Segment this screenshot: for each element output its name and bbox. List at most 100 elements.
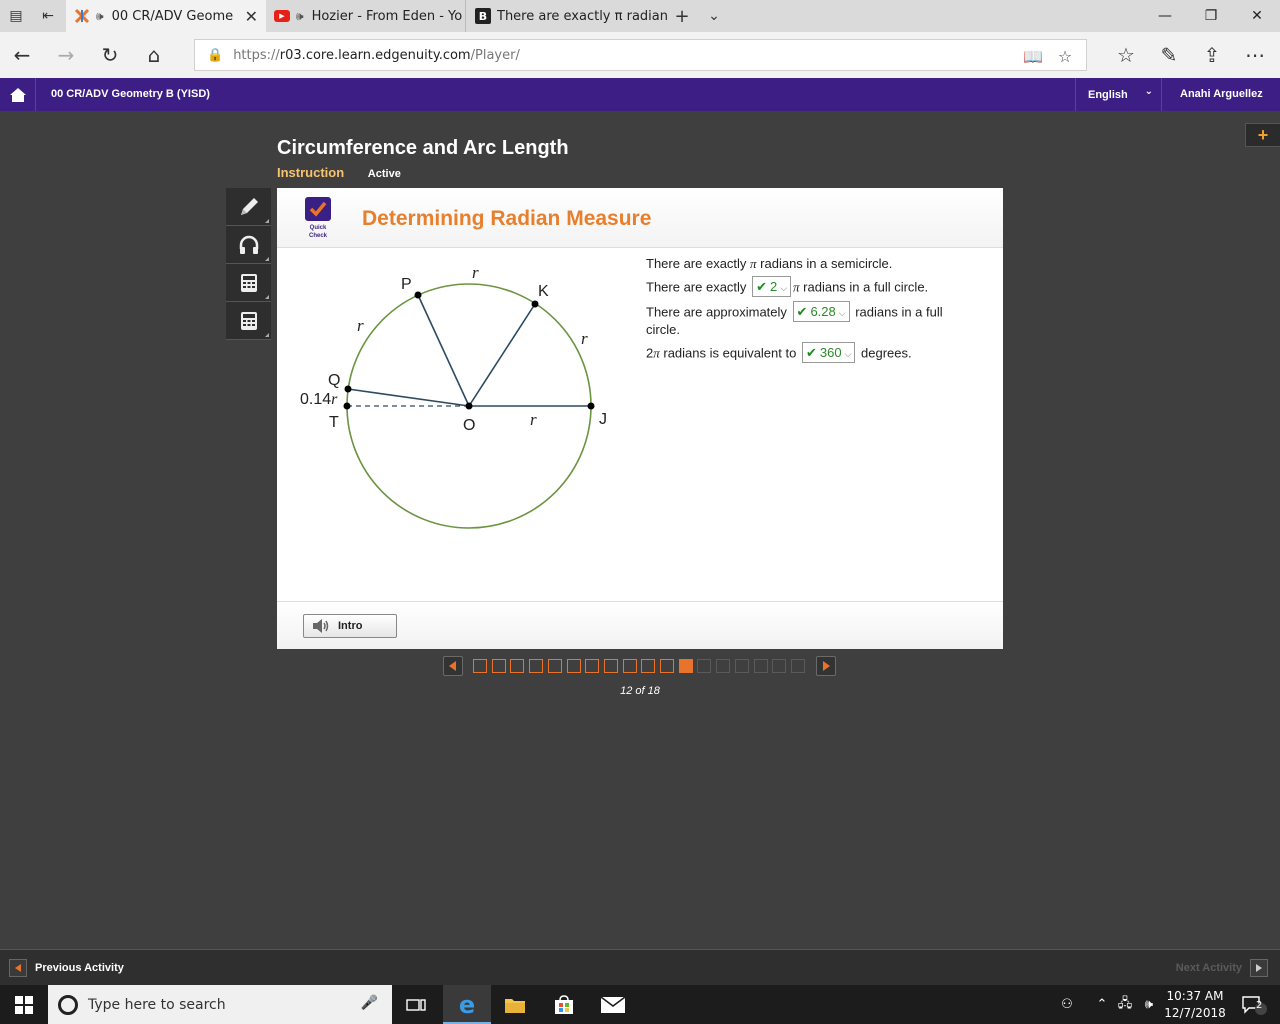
page-indicator[interactable] xyxy=(603,659,618,673)
refresh-button[interactable]: ↻ xyxy=(92,38,128,72)
home-button[interactable]: ⌂ xyxy=(136,38,172,72)
page-indicator[interactable] xyxy=(510,659,525,673)
page-indicator[interactable] xyxy=(772,659,787,673)
quick-check-icon xyxy=(305,197,331,221)
forward-button[interactable]: → xyxy=(48,38,84,72)
label-t: T xyxy=(329,414,339,431)
restore-button[interactable]: ❐ xyxy=(1188,0,1234,32)
tab-title: There are exactly π radians xyxy=(497,8,667,24)
tab-answer[interactable]: B There are exactly π radians xyxy=(467,0,667,32)
label-j: J xyxy=(599,411,607,428)
page-indicator[interactable] xyxy=(790,659,805,673)
scientific-calculator-tool[interactable] xyxy=(226,302,271,340)
favorite-star-icon[interactable]: ☆ xyxy=(1053,44,1077,68)
address-bar[interactable]: 🔒 https://r03.core.learn.edgenuity.com/P… xyxy=(194,39,1087,71)
taskbar-clock[interactable]: 10:37 AM 12/7/2018 xyxy=(1160,988,1230,1022)
page-indicator[interactable] xyxy=(566,659,581,673)
page-indicator[interactable] xyxy=(678,659,693,673)
windows-logo-icon xyxy=(15,995,33,1014)
previous-page-button[interactable] xyxy=(443,656,463,676)
notification-count: 2 xyxy=(1256,1000,1263,1011)
page-indicator[interactable] xyxy=(697,659,712,673)
page-indicator[interactable] xyxy=(529,659,544,673)
tab-preview-chevron-icon[interactable]: ⌄ xyxy=(698,0,730,32)
browser-nav-bar: ← → ↻ ⌂ 🔒 https://r03.core.learn.edgenui… xyxy=(0,32,1280,78)
reading-view-icon[interactable]: 📖 xyxy=(1021,44,1045,68)
point-k xyxy=(531,300,539,308)
set-aside-tabs-icon[interactable]: ⇤ xyxy=(32,0,64,32)
minimize-button[interactable]: — xyxy=(1142,0,1188,32)
audio-tool[interactable] xyxy=(226,226,271,264)
course-title[interactable]: 00 CR/ADV Geometry B (YISD) xyxy=(51,88,210,100)
page-indicator[interactable] xyxy=(622,659,637,673)
lesson-title: Circumference and Arc Length xyxy=(277,137,569,159)
intro-audio-button[interactable]: Intro xyxy=(303,614,397,638)
page-indicator[interactable] xyxy=(734,659,749,673)
page-count: 12 of 18 xyxy=(620,685,660,697)
close-tab-icon[interactable]: ✕ xyxy=(245,7,258,26)
check-icon: ✔ xyxy=(796,305,808,320)
tab-course[interactable]: 🕪 00 CR/ADV Geome ✕ xyxy=(66,0,266,32)
tab-manager-icon[interactable]: ▤ xyxy=(0,0,32,32)
youtube-icon: ▶ xyxy=(274,10,290,22)
page-indicator[interactable] xyxy=(660,659,674,673)
file-explorer-icon[interactable] xyxy=(491,985,539,1024)
taskbar-search[interactable]: Type here to search 🎤 xyxy=(48,985,392,1024)
store-icon[interactable] xyxy=(540,985,588,1024)
speaker-icon xyxy=(313,619,329,633)
pencil-tool[interactable] xyxy=(226,188,271,226)
cortana-icon xyxy=(58,994,78,1015)
answer-dropdown-approx-radians[interactable]: ✔ 6.28 ⌵ xyxy=(792,301,850,322)
radius-ok xyxy=(468,303,536,407)
more-menu-icon[interactable]: ⋯ xyxy=(1237,38,1273,72)
page-indicator[interactable] xyxy=(716,659,731,673)
favorites-hub-icon[interactable]: ☆ xyxy=(1108,38,1144,72)
point-p xyxy=(414,291,422,299)
activity-footer: Intro xyxy=(277,601,1003,649)
task-view-icon[interactable] xyxy=(392,985,440,1024)
tab-youtube[interactable]: ▶ 🕪 Hozier - From Eden - Yo xyxy=(266,0,466,32)
next-activity-button[interactable]: Next Activity xyxy=(1176,959,1268,977)
activity-navigation: Previous Activity Next Activity xyxy=(0,949,1280,985)
page-indicator[interactable] xyxy=(473,659,487,673)
answer-dropdown-full-circle-pi[interactable]: ✔ 2 ⌵ xyxy=(752,276,792,297)
answer-dropdown-degrees[interactable]: ✔ 360 ⌵ xyxy=(801,342,856,363)
point-t xyxy=(343,402,351,410)
mail-icon[interactable] xyxy=(589,985,637,1024)
audio-playing-icon[interactable]: 🕪 xyxy=(296,9,304,24)
people-icon[interactable]: ⚇ xyxy=(1055,985,1079,1024)
language-selector[interactable]: English ⌄ xyxy=(1075,78,1162,111)
user-name[interactable]: Anahi Arguellez xyxy=(1180,88,1263,100)
new-tab-button[interactable]: + xyxy=(666,0,698,32)
question-2: There are exactly ✔ 2 ⌵ π radians in a full… xyxy=(646,276,976,297)
label-arc-pq: r xyxy=(357,316,364,335)
web-note-icon[interactable]: ✎ xyxy=(1151,38,1187,72)
network-icon[interactable]: 🖧 xyxy=(1114,985,1136,1024)
previous-activity-button[interactable]: Previous Activity xyxy=(9,959,124,977)
back-button[interactable]: ← xyxy=(4,38,40,72)
page-indicator[interactable] xyxy=(547,659,562,673)
share-icon[interactable]: ⇪ xyxy=(1194,38,1230,72)
show-hidden-icons-chevron-icon[interactable]: ⌃ xyxy=(1092,985,1112,1024)
point-j xyxy=(587,402,595,410)
page-indicator[interactable] xyxy=(491,659,506,673)
tab-title: 00 CR/ADV Geome xyxy=(111,8,234,24)
expand-plus-button[interactable]: + xyxy=(1245,123,1280,147)
audio-playing-icon[interactable]: 🕪 xyxy=(96,9,104,24)
edge-browser-icon[interactable]: e xyxy=(443,985,491,1024)
start-button[interactable] xyxy=(0,985,48,1024)
page-indicator[interactable] xyxy=(585,659,600,673)
close-window-button[interactable]: ✕ xyxy=(1234,0,1280,32)
calculator-tool[interactable] xyxy=(226,264,271,302)
microphone-icon[interactable]: 🎤 xyxy=(361,995,378,1011)
page-indicator[interactable] xyxy=(641,659,656,673)
volume-icon[interactable]: 🕪 xyxy=(1138,985,1160,1024)
next-page-button[interactable] xyxy=(816,656,836,676)
question-3: There are approximately ✔ 6.28 ⌵ radians i… xyxy=(646,301,976,338)
browser-tab-bar: ▤ ⇤ 🕪 00 CR/ADV Geome ✕ ▶ 🕪 Hozier - Fro… xyxy=(0,0,1280,32)
calculator-icon xyxy=(240,273,257,292)
action-center-icon[interactable]: 2 xyxy=(1234,985,1274,1024)
label-k: K xyxy=(538,283,549,300)
page-indicator[interactable] xyxy=(753,659,768,673)
home-icon[interactable] xyxy=(0,78,36,111)
